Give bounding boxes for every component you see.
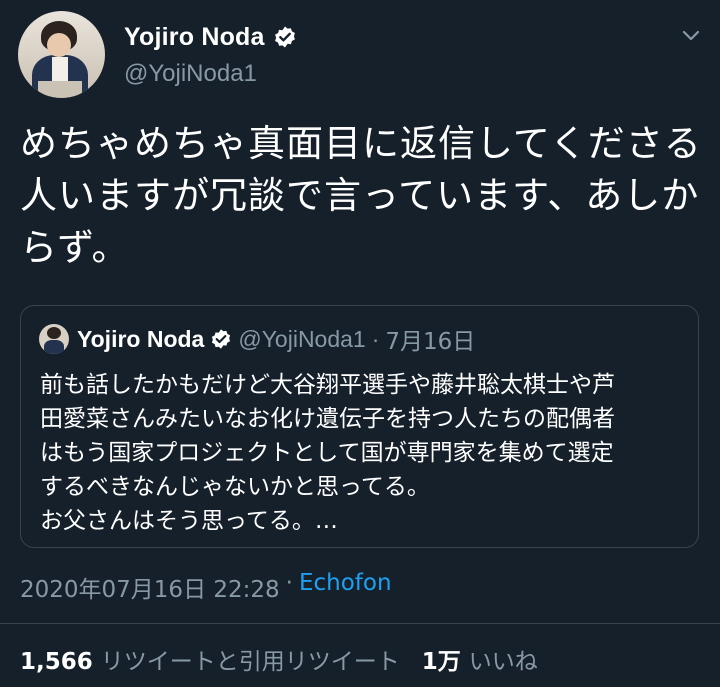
retweets-count[interactable]: 1,566: [20, 649, 93, 675]
separator-dot: ·: [285, 570, 293, 596]
quoted-tweet-line: 前も話したかもだけど大谷翔平選手や藤井聡太棋士や芦: [40, 372, 615, 398]
chevron-down-icon[interactable]: [680, 24, 702, 46]
tweet-line: めちゃめちゃ真面目に返信してくださる: [20, 122, 702, 165]
quoted-tweet-line: 田愛菜さんみたいなお化け遺伝子を持つ人たちの配偶者: [40, 406, 615, 432]
verified-badge-icon: [212, 329, 231, 349]
retweets-label[interactable]: リツイートと引用リツイート: [101, 642, 400, 676]
tweet-timestamp[interactable]: 2020年07月16日 22:28: [20, 570, 280, 604]
verified-badge-icon: [274, 26, 295, 48]
quoted-tweet-line: するべきなんじゃないかと思ってる。: [40, 474, 430, 500]
separator-dot: ·: [371, 325, 380, 352]
author-handle[interactable]: @YojiNoda1: [124, 60, 257, 88]
quoted-tweet-line: お父さんはそう思ってる。…: [40, 508, 338, 534]
likes-count[interactable]: 1万: [422, 642, 461, 676]
tweet-text: めちゃめちゃ真面目に返信してくださる 人いますが冗談で言っています、あしか らず…: [20, 118, 704, 274]
quoted-tweet-text: 前も話したかもだけど大谷翔平選手や藤井聡太棋士や芦 田愛菜さんみたいなお化け遺伝…: [40, 368, 690, 538]
likes-label[interactable]: いいね: [469, 642, 538, 676]
quoted-tweet-line: はもう国家プロジェクトとして国が専門家を集めて選定: [40, 440, 614, 466]
quoted-author-avatar: [39, 324, 69, 354]
quoted-author-handle: @YojiNoda1: [238, 325, 366, 352]
quoted-author-name: Yojiro Noda: [77, 325, 205, 352]
tweet-line: 人いますが冗談で言っています、あしか: [20, 174, 700, 217]
tweet-stats: 1,566 リツイートと引用リツイート 1万 いいね: [20, 642, 538, 676]
tweet-source-link[interactable]: Echofon: [299, 570, 392, 604]
tweet-line: らず。: [20, 226, 130, 269]
author-name[interactable]: Yojiro Noda: [124, 23, 265, 52]
tweet-meta: 2020年07月16日 22:28 · Echofon: [20, 570, 392, 604]
divider: [0, 623, 720, 624]
quoted-tweet-date: 7月16日: [385, 329, 476, 355]
author-avatar[interactable]: [18, 11, 105, 98]
quoted-tweet-card[interactable]: Yojiro Noda @YojiNoda1 · 7月16日 前も話したかもだけ…: [20, 305, 699, 548]
quoted-tweet-header: Yojiro Noda @YojiNoda1 · 7月16日: [77, 324, 476, 356]
author-name-row[interactable]: Yojiro Noda: [124, 22, 297, 52]
